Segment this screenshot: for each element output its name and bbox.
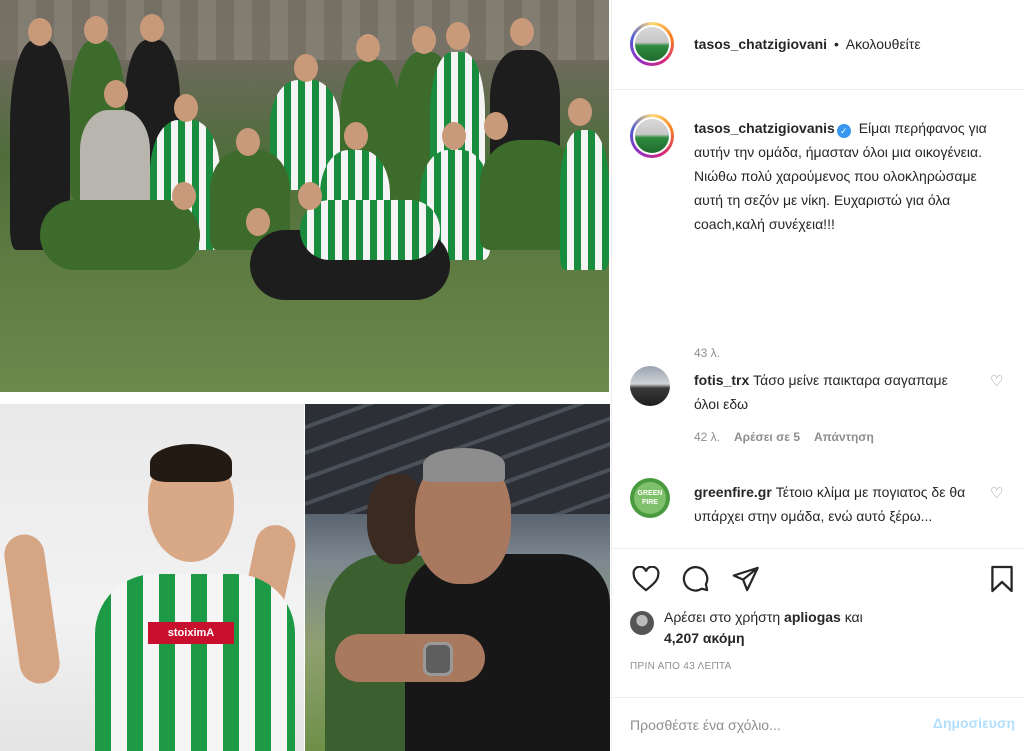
heart-icon[interactable] xyxy=(630,563,662,595)
author-avatar[interactable] xyxy=(630,22,674,66)
share-icon[interactable] xyxy=(730,563,762,595)
commenter-username-link[interactable]: greenfire.gr xyxy=(694,484,772,500)
team-member xyxy=(40,200,200,270)
liker-avatar[interactable] xyxy=(630,611,654,635)
author-avatar-image xyxy=(633,25,671,63)
team-member-head xyxy=(412,26,436,54)
team-member-head xyxy=(104,80,128,108)
likes-and: και xyxy=(844,609,863,625)
shirt-sponsor: stoiximA xyxy=(148,622,234,644)
header-text: tasos_chatzigiovani • Ακολουθείτε xyxy=(694,36,921,52)
comments-section[interactable]: tasos_chatzigiovanis ✓ Είμαι περήφανος γι… xyxy=(612,90,1024,548)
commenter-avatar[interactable] xyxy=(630,366,670,406)
team-member-head xyxy=(28,18,52,46)
team-photo xyxy=(0,0,609,392)
watch xyxy=(423,642,453,676)
team-member-head xyxy=(298,182,322,210)
player-shirt xyxy=(95,574,295,751)
team-member-head xyxy=(294,54,318,82)
following-button[interactable]: Ακολουθείτε xyxy=(846,36,921,52)
likes-count-link[interactable]: 4,207 ακόμη xyxy=(664,630,745,646)
post-timestamp[interactable]: ΠΡΙΝ ΑΠΟ 43 ΛΕΠΤΑ xyxy=(630,661,732,672)
comment-likes-link[interactable]: Αρέσει σε 5 xyxy=(734,430,800,444)
comment-body: fotis_trx Τάσο μείνε παικταρα σαγαπαμε ό… xyxy=(694,368,974,416)
player-photo: 18 stoiximA xyxy=(0,404,304,751)
caption-meta: 43 λ. xyxy=(694,344,720,360)
team-member xyxy=(300,200,440,260)
separator-dot: • xyxy=(833,36,839,52)
post-panel: tasos_chatzigiovani • Ακολουθείτε tasos_… xyxy=(611,0,1024,751)
author-username-link[interactable]: tasos_chatzigiovani xyxy=(694,36,827,52)
liker-username-link[interactable]: apliogas xyxy=(784,609,841,625)
team-member-head xyxy=(510,18,534,46)
likes-text: Αρέσει στο χρήστη apliogas και 4,207 ακό… xyxy=(664,607,1004,649)
team-member-head xyxy=(236,128,260,156)
likes-prefix: Αρέσει στο χρήστη xyxy=(664,609,781,625)
team-member-head xyxy=(568,98,592,126)
bookmark-icon[interactable] xyxy=(986,563,1018,595)
caption-avatar[interactable] xyxy=(630,114,674,158)
team-member-head xyxy=(174,94,198,122)
post-header: tasos_chatzigiovani • Ακολουθείτε xyxy=(612,0,1024,90)
team-member-head xyxy=(484,112,508,140)
reply-button[interactable]: Απάντηση xyxy=(814,430,874,444)
verified-badge-icon: ✓ xyxy=(836,124,851,138)
team-member-head xyxy=(246,208,270,236)
caption-time[interactable]: 43 λ. xyxy=(694,346,720,360)
caption-body: tasos_chatzigiovanis ✓ Είμαι περήφανος γι… xyxy=(694,116,1004,236)
player-hair xyxy=(150,444,232,482)
comment-time[interactable]: 42 λ. xyxy=(694,430,720,444)
caption-username-link[interactable]: tasos_chatzigiovanis xyxy=(694,120,835,136)
team-member-head xyxy=(344,122,368,150)
team-member-head xyxy=(140,14,164,42)
team-member xyxy=(560,130,609,270)
like-comment-heart-icon[interactable]: ♡ xyxy=(990,374,1006,390)
team-member-head xyxy=(172,182,196,210)
commenter-username-link[interactable]: fotis_trx xyxy=(694,372,749,388)
comment-icon[interactable] xyxy=(680,563,712,595)
post-comment-button[interactable]: Δημοσίευση xyxy=(933,715,1015,731)
team-member-head xyxy=(356,34,380,62)
coach-hair xyxy=(423,448,505,482)
add-comment-bar: Δημοσίευση xyxy=(612,697,1024,751)
team-member-head xyxy=(446,22,470,50)
post-media[interactable]: 18 stoiximA xyxy=(0,0,610,751)
player-arm xyxy=(1,531,63,687)
caption-avatar-image xyxy=(633,117,671,155)
team-member-head xyxy=(84,16,108,44)
commenter-avatar[interactable]: GREEN FIRE xyxy=(630,478,670,518)
comment-body: greenfire.gr Τέτοιο κλίμα με πογιατος δε… xyxy=(694,480,974,528)
greenfire-logo: GREEN FIRE xyxy=(634,482,666,514)
coach-hug-photo xyxy=(305,404,610,751)
like-comment-heart-icon[interactable]: ♡ xyxy=(990,486,1006,502)
comment-meta: 42 λ. Αρέσει σε 5 Απάντηση xyxy=(694,430,874,444)
team-member-head xyxy=(442,122,466,150)
comment-input[interactable] xyxy=(630,712,910,738)
coach-hand xyxy=(335,634,485,682)
team-member xyxy=(80,110,150,210)
